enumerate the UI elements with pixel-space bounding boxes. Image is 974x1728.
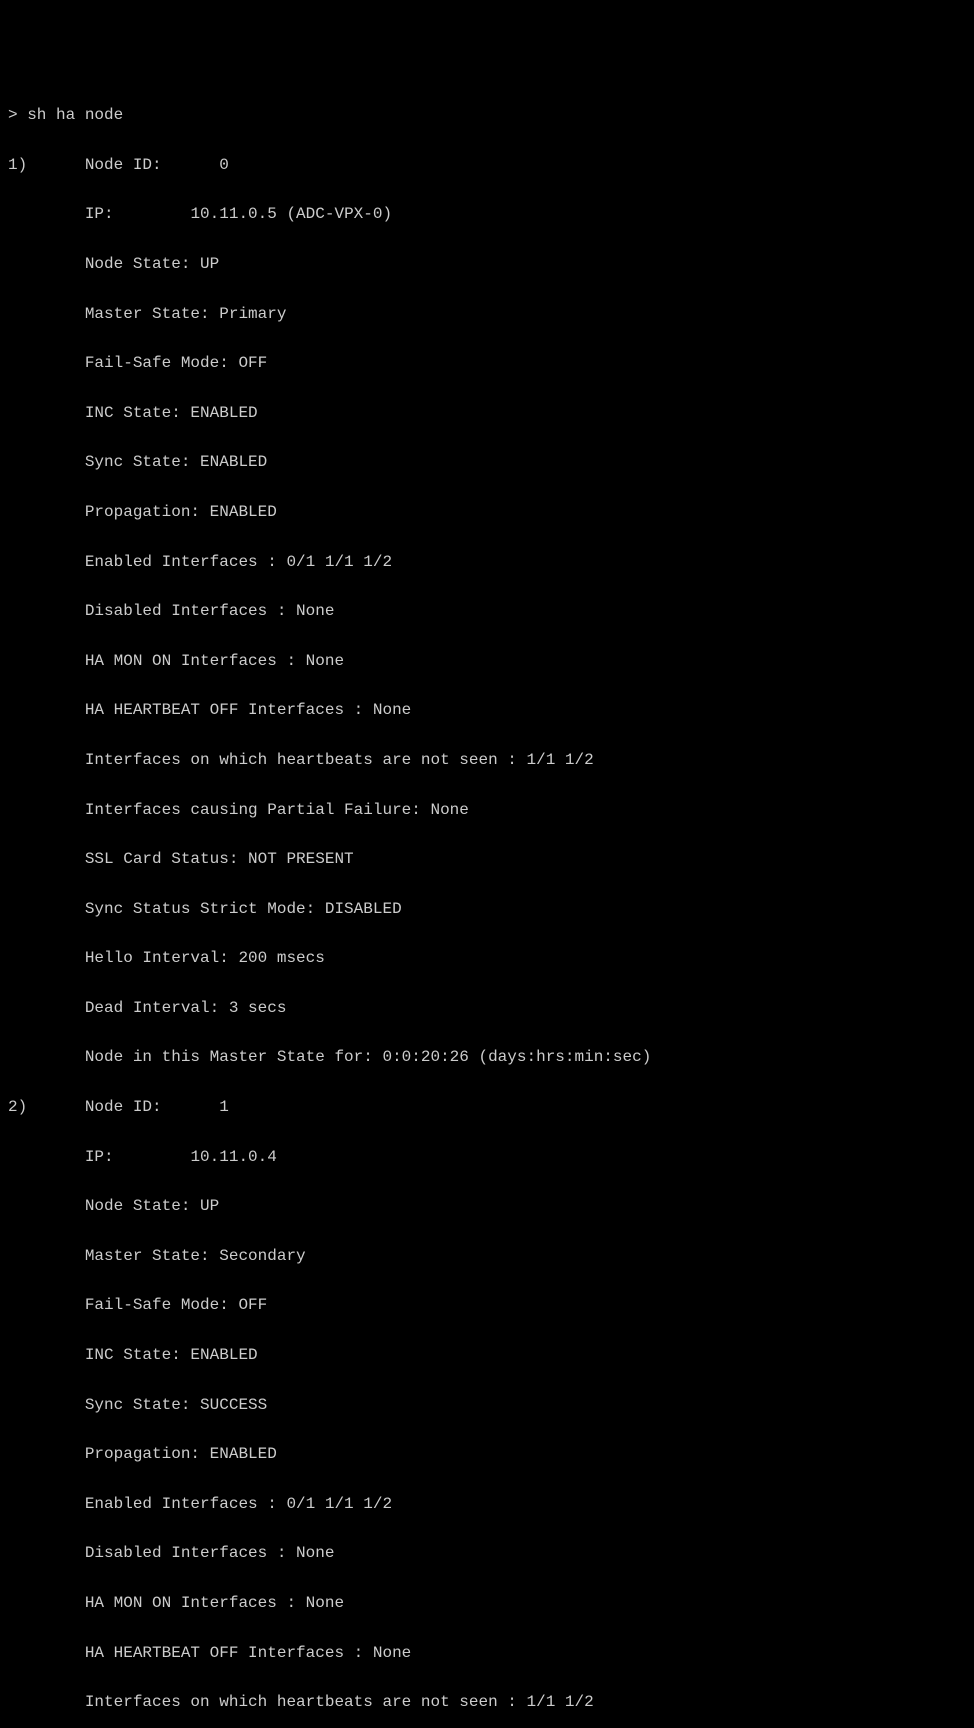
ha-mon-text-1: HA MON ON Interfaces : None (85, 652, 344, 670)
propagation-text-1: Propagation: ENABLED (85, 503, 277, 521)
ssl-card-1: SSL Card Status: NOT PRESENT (8, 847, 966, 872)
ip-value-1: 10.11.0.5 (ADC-VPX-0) (190, 205, 392, 223)
sync-state-2: Sync State: SUCCESS (8, 1393, 966, 1418)
ha-mon-1: HA MON ON Interfaces : None (8, 649, 966, 674)
ip-value-2: 10.11.0.4 (190, 1148, 276, 1166)
fail-safe-1: Fail-Safe Mode: OFF (8, 351, 966, 376)
dead-interval-1: Dead Interval: 3 secs (8, 996, 966, 1021)
heartbeats-not-seen-1: Interfaces on which heartbeats are not s… (8, 748, 966, 773)
enabled-interfaces-1: Enabled Interfaces : 0/1 1/1 1/2 (8, 550, 966, 575)
node-id-value-2: 1 (219, 1098, 229, 1116)
master-state-2: Master State: Secondary (8, 1244, 966, 1269)
enabled-interfaces-2: Enabled Interfaces : 0/1 1/1 1/2 (8, 1492, 966, 1517)
hello-interval-text-1: Hello Interval: 200 msecs (85, 949, 325, 967)
partial-failure-text-1: Interfaces causing Partial Failure: None (85, 801, 469, 819)
node-state-2: Node State: UP (8, 1194, 966, 1219)
propagation-text-2: Propagation: ENABLED (85, 1445, 277, 1463)
node-ip-1: IP: 10.11.0.5 (ADC-VPX-0) (8, 202, 966, 227)
fail-safe-2: Fail-Safe Mode: OFF (8, 1293, 966, 1318)
sync-strict-text-1: Sync Status Strict Mode: DISABLED (85, 900, 402, 918)
inc-state-2: INC State: ENABLED (8, 1343, 966, 1368)
fail-safe-text-1: Fail-Safe Mode: OFF (85, 354, 267, 372)
ha-heartbeat-text-1: HA HEARTBEAT OFF Interfaces : None (85, 701, 411, 719)
propagation-1: Propagation: ENABLED (8, 500, 966, 525)
ssl-card-text-1: SSL Card Status: NOT PRESENT (85, 850, 354, 868)
inc-state-1: INC State: ENABLED (8, 401, 966, 426)
fail-safe-text-2: Fail-Safe Mode: OFF (85, 1296, 267, 1314)
node-id-label-2: Node ID: (85, 1098, 162, 1116)
ha-heartbeat-text-2: HA HEARTBEAT OFF Interfaces : None (85, 1644, 411, 1662)
node-index-2: 2) (8, 1098, 27, 1116)
sync-state-text-1: Sync State: ENABLED (85, 453, 267, 471)
command-text: sh ha node (27, 106, 123, 124)
node-id-label-1: Node ID: (85, 156, 162, 174)
node-index-1: 1) (8, 156, 27, 174)
enabled-interfaces-text-1: Enabled Interfaces : 0/1 1/1 1/2 (85, 553, 392, 571)
inc-state-text-1: INC State: ENABLED (85, 404, 258, 422)
partial-failure-1: Interfaces causing Partial Failure: None (8, 798, 966, 823)
enabled-interfaces-text-2: Enabled Interfaces : 0/1 1/1 1/2 (85, 1495, 392, 1513)
heartbeats-not-seen-text-2: Interfaces on which heartbeats are not s… (85, 1693, 594, 1711)
disabled-interfaces-1: Disabled Interfaces : None (8, 599, 966, 624)
heartbeats-not-seen-2: Interfaces on which heartbeats are not s… (8, 1690, 966, 1715)
node-header-2: 2) Node ID: 1 (8, 1095, 966, 1120)
master-time-1: Node in this Master State for: 0:0:20:26… (8, 1045, 966, 1070)
sync-state-text-2: Sync State: SUCCESS (85, 1396, 267, 1414)
ha-mon-2: HA MON ON Interfaces : None (8, 1591, 966, 1616)
hello-interval-1: Hello Interval: 200 msecs (8, 946, 966, 971)
dead-interval-text-1: Dead Interval: 3 secs (85, 999, 287, 1017)
disabled-interfaces-text-1: Disabled Interfaces : None (85, 602, 335, 620)
ip-label-1: IP: (85, 205, 114, 223)
ip-label-2: IP: (85, 1148, 114, 1166)
master-state-1: Master State: Primary (8, 302, 966, 327)
ha-mon-text-2: HA MON ON Interfaces : None (85, 1594, 344, 1612)
disabled-interfaces-text-2: Disabled Interfaces : None (85, 1544, 335, 1562)
propagation-2: Propagation: ENABLED (8, 1442, 966, 1467)
command-line: > sh ha node (8, 103, 966, 128)
node-state-text-1: Node State: UP (85, 255, 219, 273)
node-header-1: 1) Node ID: 0 (8, 153, 966, 178)
master-state-text-1: Master State: Primary (85, 305, 287, 323)
node-state-1: Node State: UP (8, 252, 966, 277)
ha-heartbeat-2: HA HEARTBEAT OFF Interfaces : None (8, 1641, 966, 1666)
sync-strict-1: Sync Status Strict Mode: DISABLED (8, 897, 966, 922)
ha-heartbeat-1: HA HEARTBEAT OFF Interfaces : None (8, 698, 966, 723)
inc-state-text-2: INC State: ENABLED (85, 1346, 258, 1364)
node-id-value-1: 0 (219, 156, 229, 174)
node-ip-2: IP: 10.11.0.4 (8, 1145, 966, 1170)
heartbeats-not-seen-text-1: Interfaces on which heartbeats are not s… (85, 751, 594, 769)
prompt-symbol: > (8, 106, 27, 124)
master-state-text-2: Master State: Secondary (85, 1247, 306, 1265)
disabled-interfaces-2: Disabled Interfaces : None (8, 1541, 966, 1566)
node-state-text-2: Node State: UP (85, 1197, 219, 1215)
master-time-text-1: Node in this Master State for: 0:0:20:26… (85, 1048, 652, 1066)
sync-state-1: Sync State: ENABLED (8, 450, 966, 475)
